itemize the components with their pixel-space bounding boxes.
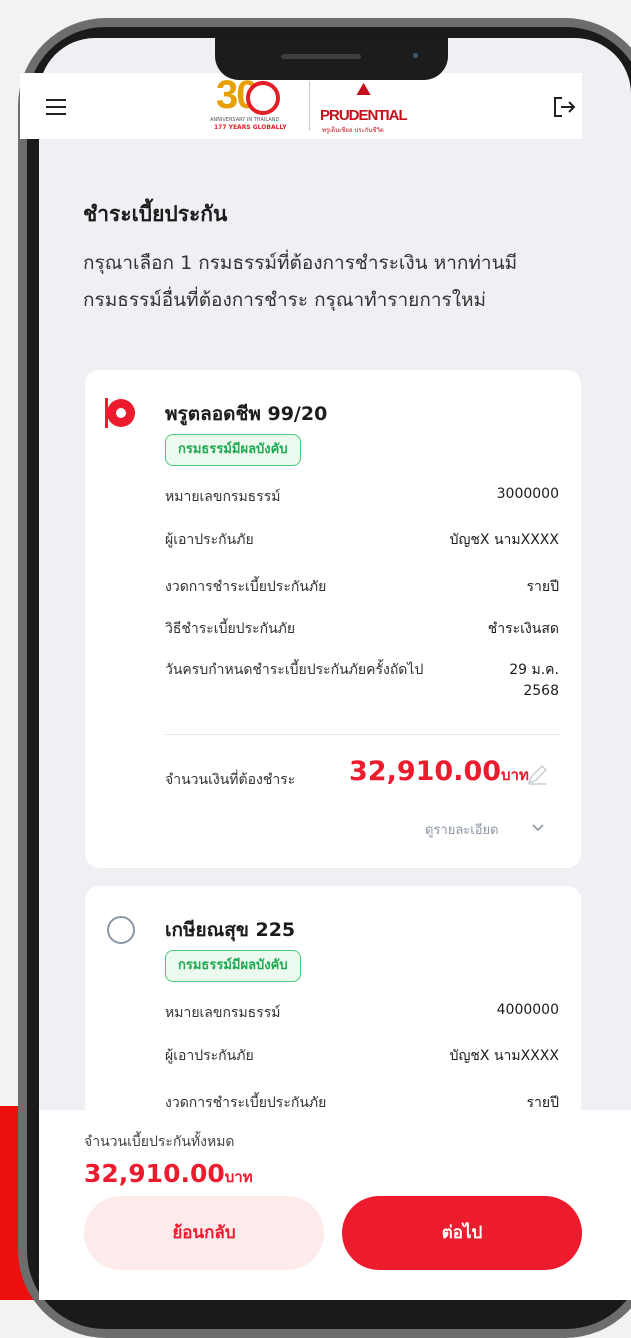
amount-due-label: จำนวนเงินที่ต้องชำระ [165, 772, 296, 788]
logo-ring [246, 81, 280, 115]
logo-divider [309, 81, 310, 131]
row-value: บัญชX นามXXXX [449, 1048, 559, 1064]
policy-radio-selected[interactable] [107, 399, 135, 427]
back-button[interactable]: ย้อนกลับ [84, 1196, 324, 1270]
row-value: 4000000 [496, 1002, 559, 1018]
logout-icon[interactable] [552, 95, 578, 119]
prudential-rock-icon: ⛰ [356, 79, 372, 100]
top-app-bar: 30 ANNIVERSARY IN THAILAND 177 YEARS GLO… [20, 73, 582, 139]
amount-due: 32,910.00บาท [349, 756, 529, 787]
next-button[interactable]: ต่อไป [342, 1196, 582, 1270]
policy-card[interactable]: เกษียณสุข 225 กรมธรรม์มีผลบังคับ หมายเลข… [85, 886, 581, 1146]
status-badge: กรมธรรม์มีผลบังคับ [165, 434, 301, 466]
policy-radio-unselected[interactable] [107, 916, 135, 944]
edit-pencil-icon[interactable] [525, 763, 549, 787]
row-label: วิธีชำระเบี้ยประกันภัย [165, 621, 296, 637]
prudential-brand: PRUDENTIAL [320, 107, 408, 124]
policy-name: เกษียณสุข 225 [165, 919, 296, 941]
row-label: ผู้เอาประกันภัย [165, 1048, 254, 1064]
view-details-link[interactable]: ดูรายละเอียด [425, 819, 499, 840]
row-value: รายปี [526, 579, 559, 595]
total-premium-unit: บาท [224, 1168, 253, 1186]
card-divider [165, 734, 559, 735]
anniversary-30-logo: 30 ANNIVERSARY IN THAILAND 177 YEARS GLO… [210, 73, 296, 135]
prudential-logo: ⛰ PRUDENTIAL พรูเด็นเชียล ประกันชีวิต [320, 79, 430, 135]
row-label: วันครบกำหนดชำระเบี้ยประกันภัยครั้งถัดไป [165, 662, 424, 678]
logo-30-years: 177 YEARS GLOBALLY [214, 124, 287, 131]
row-label: หมายเลขกรมธรรม์ [165, 1005, 281, 1021]
payment-footer: จำนวนเบี้ยประกันทั้งหมด 32,910.00บาท ย้อ… [39, 1110, 631, 1300]
prudential-tagline: พรูเด็นเชียล ประกันชีวิต [322, 127, 384, 134]
row-value: 29 ม.ค. 2568 [509, 662, 559, 699]
status-badge: กรมธรรม์มีผลบังคับ [165, 950, 301, 982]
row-label: หมายเลขกรมธรรม์ [165, 489, 281, 505]
page-description: กรุณาเลือก 1 กรมธรรม์ที่ต้องการชำระเงิน … [83, 252, 518, 311]
row-value: บัญชX นามXXXX [449, 532, 559, 548]
speaker-grille [281, 54, 361, 59]
row-value: ชำระเงินสด [487, 621, 559, 637]
row-label: ผู้เอาประกันภัย [165, 532, 254, 548]
phone-notch [215, 38, 448, 80]
row-value: 3000000 [496, 486, 559, 502]
front-camera [413, 53, 418, 58]
page-title: ชำระเบี้ยประกัน [83, 202, 228, 226]
total-premium-value: 32,910.00 [84, 1159, 225, 1188]
total-premium: 32,910.00บาท [84, 1159, 253, 1189]
row-label: งวดการชำระเบี้ยประกันภัย [165, 579, 327, 595]
policy-card-selected[interactable]: พรูตลอดชีพ 99/20 กรมธรรม์มีผลบังคับ หมาย… [85, 370, 581, 868]
logo-30-tagline: ANNIVERSARY IN THAILAND [210, 117, 280, 123]
chevron-down-icon[interactable] [531, 820, 545, 834]
total-premium-label: จำนวนเบี้ยประกันทั้งหมด [84, 1134, 235, 1150]
amount-due-value: 32,910.00 [349, 756, 502, 787]
hamburger-menu-icon[interactable] [46, 99, 66, 115]
policy-name: พรูตลอดชีพ 99/20 [165, 403, 328, 425]
